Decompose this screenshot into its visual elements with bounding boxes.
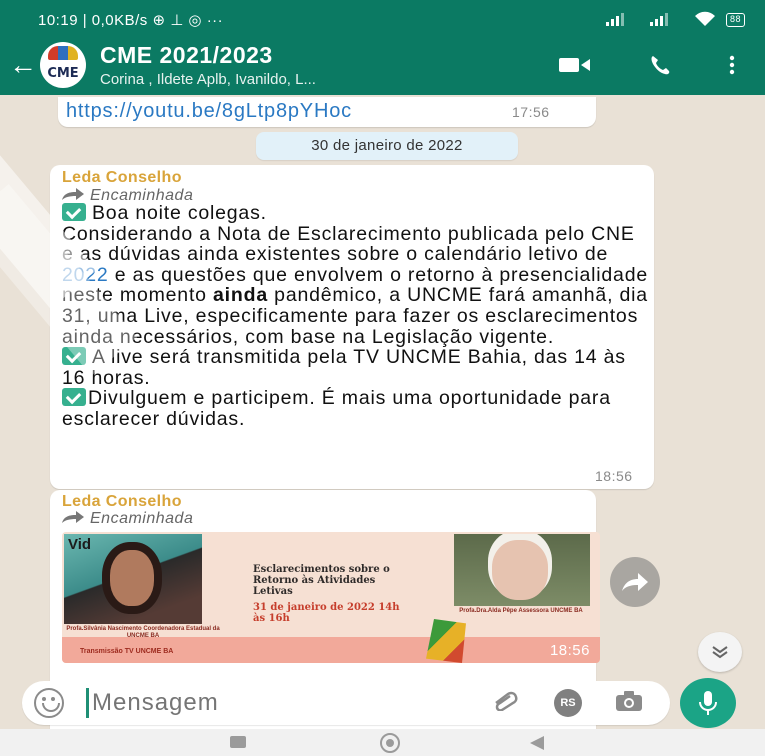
youtube-link[interactable]: https://youtu.be/8gLtp8pYHoc (66, 100, 352, 123)
speaker-photo-right (454, 534, 590, 606)
double-chevron-down-icon (712, 646, 728, 659)
signal-icon-2 (649, 12, 684, 29)
message-paragraph: Considerando a Nota de Esclarecimento pu… (62, 222, 652, 348)
status-left: 10:19 | 0,0KB/s ⊕ ⊥ ◎ ··· (38, 12, 224, 29)
battery-icon: 88 (725, 13, 745, 27)
link-message[interactable]: https://youtu.be/8gLtp8pYHoc 17:56 (58, 97, 596, 127)
back-button[interactable] (530, 736, 544, 750)
status-bar: 10:19 | 0,0KB/s ⊕ ⊥ ◎ ··· 88 (38, 8, 745, 32)
person-image (110, 550, 154, 606)
chat-area[interactable]: https://youtu.be/8gLtp8pYHoc 17:56 30 de… (0, 95, 765, 756)
event-title: Esclarecimentos sobre o Retorno às Ativi… (253, 564, 390, 597)
recent-apps-button[interactable] (230, 736, 246, 748)
message-line: A live será transmitida pela TV UNCME Ba… (62, 346, 626, 389)
voice-call-icon[interactable] (649, 54, 671, 76)
wifi-icon (694, 11, 716, 30)
forward-share-button[interactable] (610, 557, 660, 607)
more-options-icon[interactable] (729, 55, 735, 75)
phone-screen: 10:19 | 0,0KB/s ⊕ ⊥ ◎ ··· 88 ← CME CME 2… (0, 0, 765, 756)
home-button[interactable] (380, 733, 400, 753)
message-line: Divulguem e participem. É mais uma oport… (62, 387, 611, 430)
rs-payment-icon[interactable]: RS (554, 689, 582, 717)
check-mark-icon (62, 388, 86, 407)
image-attachment[interactable]: Vid Esclarecimentos sobre o Retorno às A… (62, 532, 600, 663)
message-time: 17:56 (512, 104, 550, 120)
composer-actions: RS (492, 689, 642, 717)
speaker-caption-right: Profa.Dra.Alda Pêpe Assessora UNCME BA (459, 608, 583, 614)
uncme-logo-icon (426, 619, 466, 663)
message-composer: RS (22, 681, 670, 725)
message-line: Boa noite colegas. (92, 202, 267, 224)
date-separator: 30 de janeiro de 2022 (256, 132, 518, 160)
image-corner-text: Vid (68, 536, 92, 553)
back-arrow-icon[interactable]: ← (6, 51, 40, 79)
group-title: CME 2021/2023 (100, 42, 273, 68)
forwarded-label: Encaminhada (62, 510, 193, 528)
system-nav-bar (0, 729, 765, 756)
signal-icon (605, 12, 640, 29)
microphone-icon (699, 691, 717, 715)
sender-name[interactable]: Leda Conselho (62, 169, 182, 187)
share-arrow-icon (622, 573, 648, 591)
sender-name[interactable]: Leda Conselho (62, 493, 182, 511)
message-time: 18:56 (595, 468, 633, 484)
voice-record-button[interactable] (680, 678, 736, 728)
forwarded-text: Encaminhada (90, 510, 194, 527)
event-date: 31 de janeiro de 2022 14h às 16h (253, 602, 400, 624)
forwarded-message[interactable]: Leda Conselho Encaminhada Boa noite cole… (50, 165, 654, 489)
video-call-icon[interactable] (559, 56, 591, 74)
transmission-label: Transmissão TV UNCME BA (80, 648, 174, 655)
avatar-logo-text: CME (47, 66, 79, 81)
speaker-caption-left: Profa.Silvânia Nascimento Coordenadora E… (66, 626, 220, 639)
person-image (492, 540, 548, 600)
message-body: Boa noite colegas. Considerando a Nota d… (62, 203, 652, 430)
speaker-photo-left: Vid (64, 534, 202, 624)
chat-header[interactable]: ← CME CME 2021/2023 Corina , Ildete Aplb… (0, 40, 765, 90)
status-right: 88 (605, 11, 745, 30)
message-time: 18:56 (549, 642, 590, 659)
message-input[interactable] (86, 688, 492, 718)
message-bold-text: ainda (213, 284, 268, 307)
check-mark-icon (62, 347, 86, 366)
attach-paperclip-icon[interactable] (492, 691, 520, 716)
header-titles[interactable]: CME 2021/2023 Corina , Ildete Aplb, Ivan… (100, 42, 559, 88)
header-actions (559, 54, 735, 76)
check-mark-icon (62, 203, 86, 221)
year-link[interactable]: 2022 (62, 264, 109, 286)
emoji-icon[interactable] (34, 688, 64, 718)
forward-arrow-icon (62, 510, 84, 528)
avatar[interactable]: CME (40, 42, 86, 88)
group-members: Corina , Ildete Aplb, Ivanildo, L... (100, 71, 316, 88)
message-text: Considerando a Nota de Esclarecimento pu… (62, 222, 635, 266)
app-bar: 10:19 | 0,0KB/s ⊕ ⊥ ◎ ··· 88 ← CME CME 2… (0, 0, 765, 95)
logo-icon (48, 46, 78, 60)
scroll-down-button[interactable] (698, 632, 742, 672)
camera-icon[interactable] (616, 690, 642, 716)
